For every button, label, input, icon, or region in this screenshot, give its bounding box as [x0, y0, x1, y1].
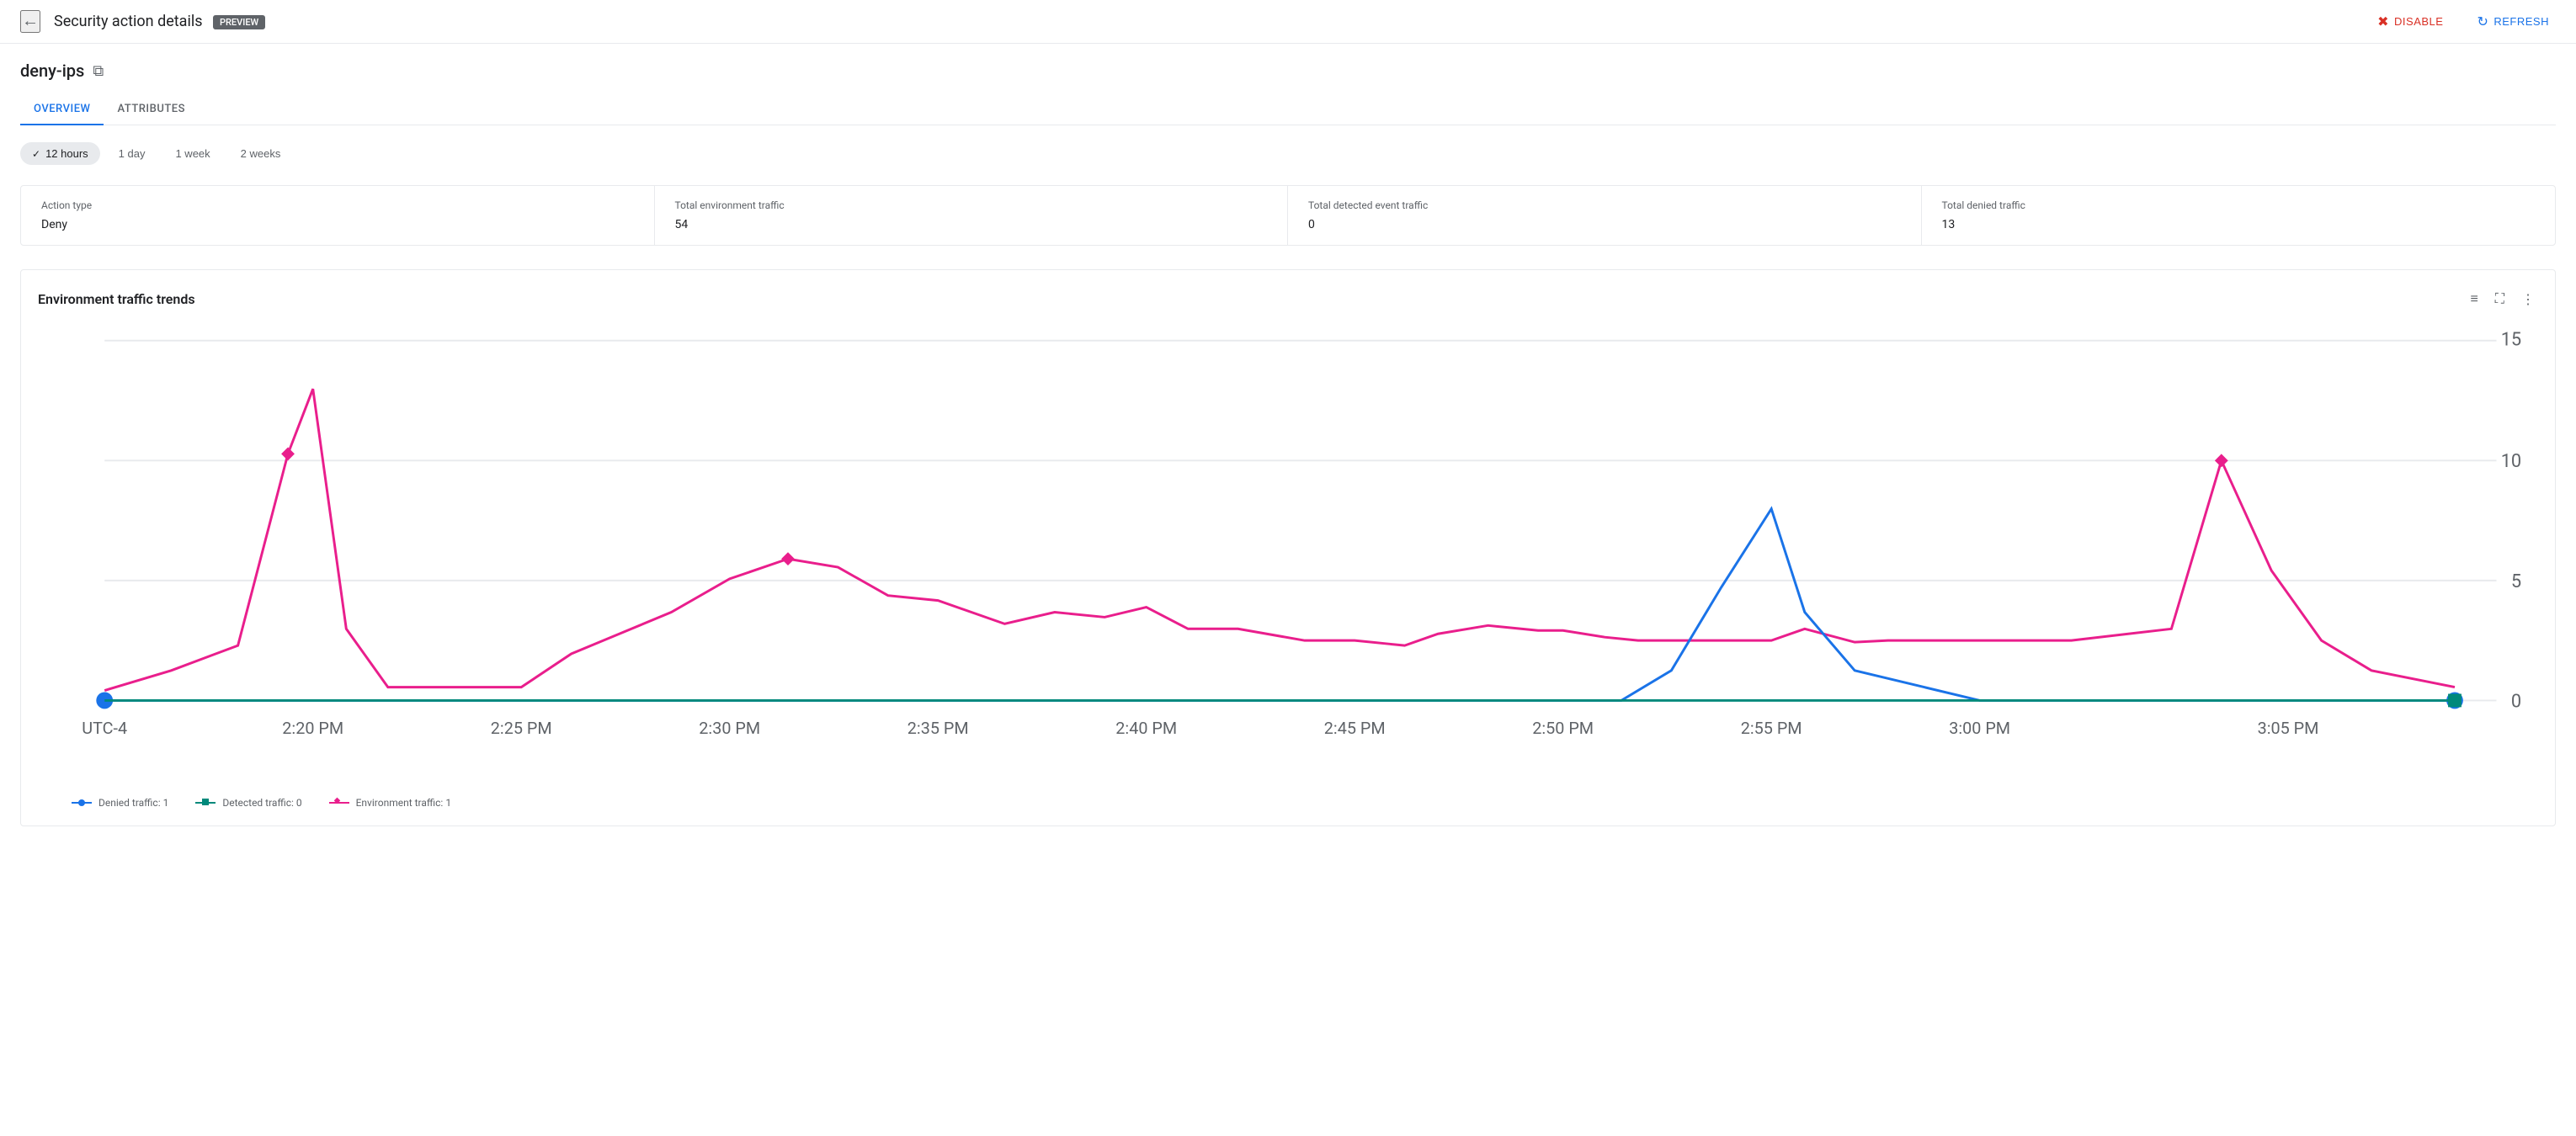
back-button[interactable]: ←	[20, 10, 40, 33]
chart-title: Environment traffic trends	[38, 291, 195, 307]
time-filter-1d[interactable]: 1 day	[107, 142, 157, 165]
denied-icon	[72, 802, 92, 804]
time-filter-12h[interactable]: 12 hours	[20, 142, 100, 165]
stat-denied-traffic: Total denied traffic 13	[1922, 186, 2556, 245]
disable-button[interactable]: ✖ DISABLE	[2371, 8, 2450, 35]
copy-icon[interactable]: ⧉	[93, 62, 104, 80]
svg-text:2:20 PM: 2:20 PM	[282, 719, 343, 738]
chart-more-icon[interactable]: ⋮	[2518, 288, 2538, 311]
page-content: deny-ips ⧉ OVERVIEW ATTRIBUTES 12 hours …	[0, 44, 2576, 826]
svg-text:10: 10	[2501, 451, 2521, 472]
svg-text:2:30 PM: 2:30 PM	[699, 719, 760, 738]
svg-text:15: 15	[2501, 330, 2521, 351]
tab-attributes[interactable]: ATTRIBUTES	[104, 94, 198, 125]
svg-text:2:25 PM: 2:25 PM	[491, 719, 552, 738]
svg-text:UTC-4: UTC-4	[82, 719, 127, 738]
page-title: Security action details PREVIEW	[54, 13, 2357, 30]
tab-bar: OVERVIEW ATTRIBUTES	[20, 94, 2556, 125]
svg-text:2:55 PM: 2:55 PM	[1741, 719, 1802, 738]
svg-text:2:35 PM: 2:35 PM	[907, 719, 969, 738]
disable-icon: ✖	[2377, 13, 2389, 30]
page-header: ← Security action details PREVIEW ✖ DISA…	[0, 0, 2576, 44]
legend-detected: Detected traffic: 0	[195, 797, 301, 809]
svg-text:2:45 PM: 2:45 PM	[1324, 719, 1386, 738]
chart-legend: Denied traffic: 1 Detected traffic: 0 En…	[38, 797, 2538, 809]
chart-expand-icon[interactable]: ⛶	[2492, 287, 2508, 311]
refresh-icon: ↻	[2477, 13, 2488, 30]
svg-text:3:00 PM: 3:00 PM	[1949, 719, 2010, 738]
chart-canvas: 15 10 5 0 UTC-4 2:20 PM 2:25 PM 2:30 PM …	[38, 321, 2538, 790]
resource-name: deny-ips ⧉	[20, 61, 2556, 81]
refresh-button[interactable]: ↻ REFRESH	[2470, 8, 2556, 35]
header-actions: ✖ DISABLE ↻ REFRESH	[2371, 8, 2556, 35]
stat-detected-traffic: Total detected event traffic 0	[1288, 186, 1922, 245]
chart-header: Environment traffic trends ≡ ⛶ ⋮	[38, 287, 2538, 311]
svg-text:2:50 PM: 2:50 PM	[1532, 719, 1594, 738]
svg-text:2:40 PM: 2:40 PM	[1115, 719, 1177, 738]
legend-denied: Denied traffic: 1	[72, 797, 168, 809]
chart-section: Environment traffic trends ≡ ⛶ ⋮ 15 10 5…	[20, 269, 2556, 826]
legend-environment: Environment traffic: 1	[329, 797, 451, 809]
chart-lines-icon[interactable]: ≡	[2467, 287, 2481, 311]
svg-text:0: 0	[2511, 691, 2521, 712]
chart-actions: ≡ ⛶ ⋮	[2467, 287, 2538, 311]
preview-badge: PREVIEW	[213, 15, 265, 29]
environment-icon	[329, 802, 349, 804]
svg-text:5: 5	[2511, 571, 2521, 592]
stat-env-traffic: Total environment traffic 54	[655, 186, 1289, 245]
svg-text:3:05 PM: 3:05 PM	[2258, 719, 2319, 738]
detected-icon	[195, 802, 216, 804]
stats-grid: Action type Deny Total environment traff…	[20, 185, 2556, 246]
time-filter-bar: 12 hours 1 day 1 week 2 weeks	[20, 142, 2556, 165]
stat-action-type: Action type Deny	[21, 186, 655, 245]
tab-overview[interactable]: OVERVIEW	[20, 94, 104, 125]
time-filter-2w[interactable]: 2 weeks	[229, 142, 293, 165]
time-filter-1w[interactable]: 1 week	[163, 142, 221, 165]
